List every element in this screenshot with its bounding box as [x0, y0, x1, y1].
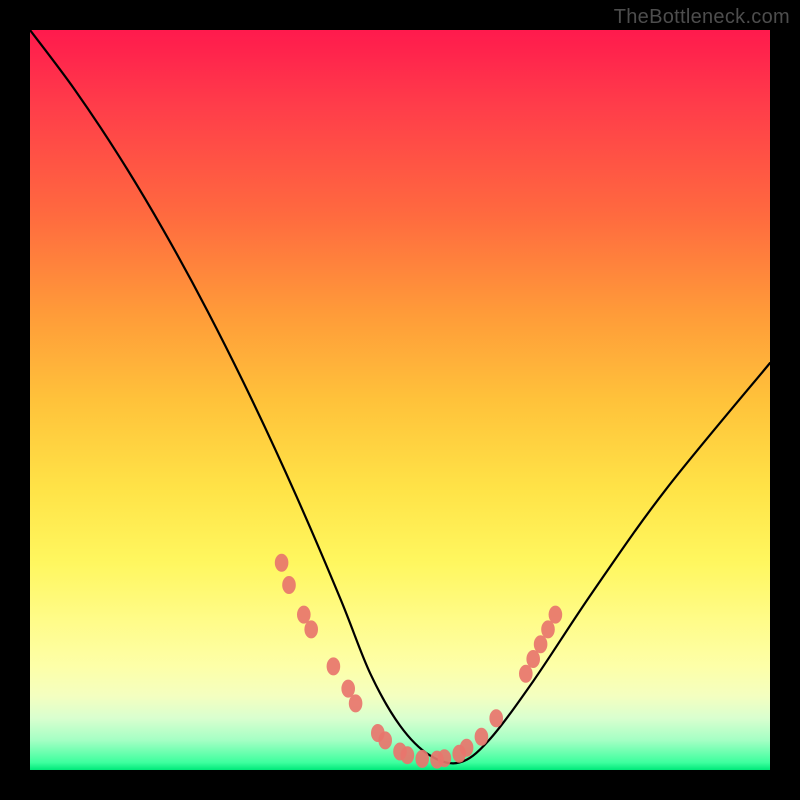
marker-group — [275, 554, 562, 769]
curve-marker — [489, 709, 503, 727]
curve-marker — [327, 657, 341, 675]
curve-marker — [549, 606, 563, 624]
curve-marker — [349, 694, 363, 712]
chart-svg — [30, 30, 770, 770]
curve-marker — [438, 749, 452, 767]
plot-area — [30, 30, 770, 770]
curve-marker — [304, 620, 318, 638]
watermark-text: TheBottleneck.com — [614, 6, 790, 29]
curve-marker — [534, 635, 548, 653]
curve-marker — [541, 620, 555, 638]
curve-marker — [460, 739, 474, 757]
curve-marker — [282, 576, 296, 594]
curve-marker — [341, 680, 355, 698]
curve-marker — [297, 606, 311, 624]
bottleneck-curve-line — [30, 30, 770, 763]
curve-marker — [275, 554, 289, 572]
curve-marker — [475, 728, 489, 746]
curve-marker — [415, 750, 429, 768]
curve-marker — [401, 746, 415, 764]
curve-marker — [526, 650, 540, 668]
curve-marker — [378, 731, 392, 749]
curve-marker — [519, 665, 533, 683]
